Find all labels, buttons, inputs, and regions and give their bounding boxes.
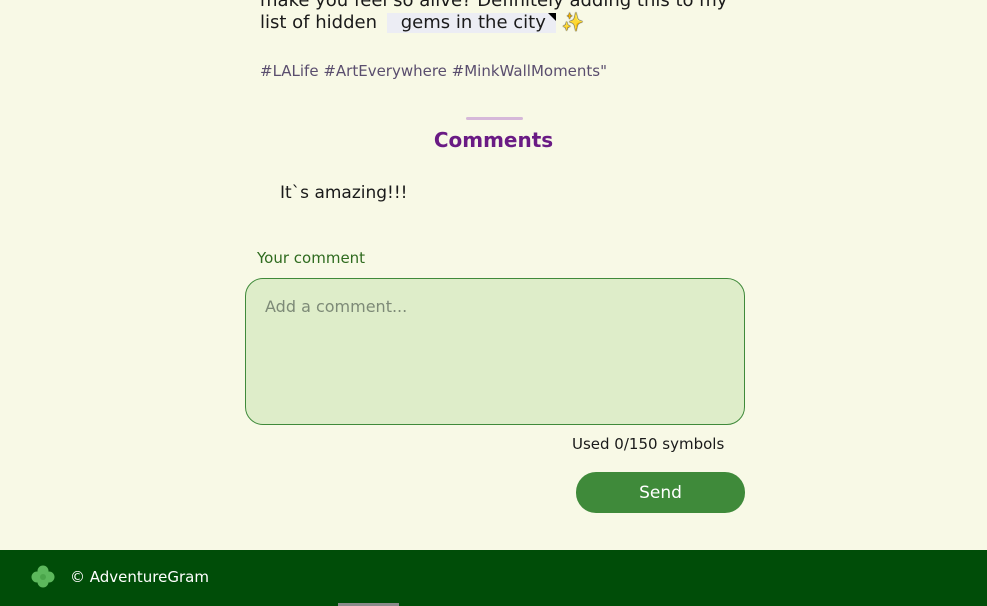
selection-corner-marker <box>547 13 556 21</box>
comment-field-label: Your comment <box>257 249 366 267</box>
symbol-counter: Used 0/150 symbols <box>572 435 725 453</box>
post-text: make you feel so alive? Definitely addin… <box>260 0 730 34</box>
sparkles-icon: ✨ <box>561 12 585 33</box>
selected-text-highlight: gems in the city <box>386 12 556 33</box>
comments-title: Comments <box>433 128 554 152</box>
clover-icon <box>31 565 55 588</box>
post-text-line-1: make you feel so alive? Definitely addin… <box>260 0 728 11</box>
comment-input[interactable] <box>245 278 745 425</box>
section-divider <box>466 117 523 120</box>
send-button[interactable]: Send <box>576 472 745 513</box>
footer: © AdventureGram <box>0 550 987 606</box>
comment-item: It`s amazing!!! <box>280 183 408 203</box>
highlight-text: gems in the city <box>400 12 546 33</box>
footer-copyright: © AdventureGram <box>70 568 209 586</box>
post-text-line-2: list of hidden gems in the city ✨ <box>260 12 730 34</box>
post-hashtags: #LALife #ArtEverywhere #MinkWallMoments" <box>260 62 608 80</box>
post-text-prefix: list of hidden <box>260 12 377 33</box>
